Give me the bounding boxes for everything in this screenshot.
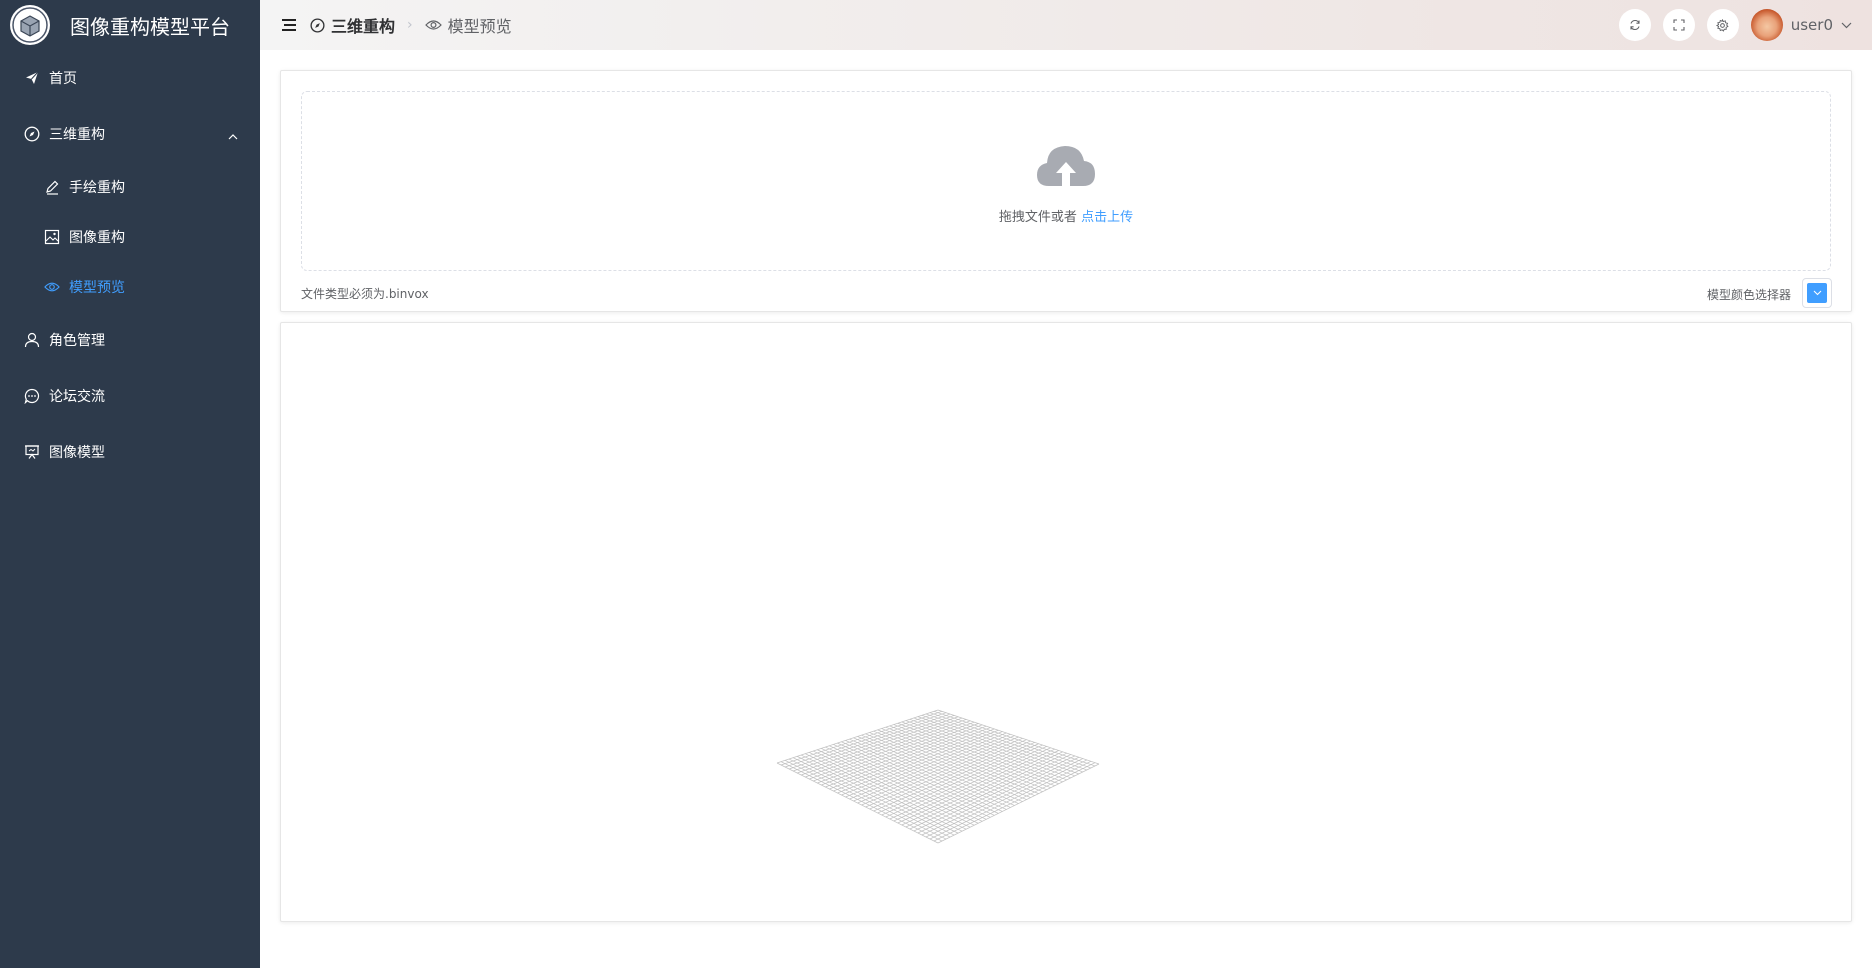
settings-button[interactable] (1706, 9, 1739, 41)
compass-icon (310, 17, 325, 33)
sidebar-item-label: 手绘重构 (69, 180, 125, 196)
sidebar-item-model-preview[interactable]: 模型预览 (0, 262, 260, 312)
color-picker-label: 模型颜色选择器 (1706, 288, 1791, 302)
grid-line (792, 757, 955, 836)
app-title: 图像重构模型平台 (70, 14, 230, 39)
pen-icon (44, 179, 60, 195)
grid-line (933, 762, 1096, 842)
model-viewer[interactable] (280, 322, 1852, 922)
sidebar-menu: 首页 三维重构 手绘重构 图像重构 模型预览 角色管理 论坛交流 图像模型 (0, 50, 260, 480)
refresh-icon (1630, 19, 1640, 31)
app-logo (10, 5, 50, 45)
user-icon (24, 332, 40, 348)
chevron-down-icon[interactable] (1841, 22, 1852, 29)
grid-line (796, 756, 959, 834)
sidebar-item-label: 模型预览 (69, 280, 125, 296)
sidebar-item-label: 图像模型 (49, 445, 105, 461)
presentation-icon (24, 444, 40, 460)
breadcrumb-item: 模型预览 (424, 13, 512, 37)
drag-text: 拖拽文件或者 (998, 210, 1077, 225)
upload-card: 拖拽文件或者 点击上传 文件类型必须为.binvox 模型颜色选择器 (280, 70, 1852, 312)
eye-icon (44, 279, 60, 295)
breadcrumb: 三维重构 › 模型预览 (310, 13, 512, 37)
color-swatch (1807, 283, 1827, 303)
breadcrumb-label: 模型预览 (447, 17, 512, 36)
refresh-button[interactable] (1618, 9, 1651, 41)
eye-icon (424, 19, 442, 31)
sidebar-item-label: 三维重构 (49, 127, 105, 143)
breadcrumb-separator: › (407, 17, 413, 33)
hamburger-icon[interactable] (280, 16, 298, 34)
upload-cloud-icon (1035, 142, 1097, 194)
chat-icon (24, 388, 40, 404)
model-color-picker[interactable] (1802, 278, 1832, 308)
click-upload-link[interactable]: 点击上传 (1081, 210, 1133, 225)
chevron-down-icon (1813, 290, 1821, 296)
avatar[interactable] (1750, 9, 1783, 41)
sidebar-item-forum[interactable]: 论坛交流 (0, 368, 260, 424)
sidebar-item-label: 图像重构 (69, 230, 125, 246)
picture-icon (44, 229, 60, 245)
sidebar-item-home[interactable]: 首页 (0, 50, 260, 106)
grid-line (788, 758, 951, 838)
header-actions: user0 (1618, 0, 1872, 50)
sidebar-item-image-reconstruction[interactable]: 图像重构 (0, 212, 260, 262)
send-icon (24, 70, 40, 86)
breadcrumb-item[interactable]: 三维重构 (310, 13, 395, 37)
username[interactable]: user0 (1791, 16, 1833, 34)
sidebar-item-sketch-reconstruction[interactable]: 手绘重构 (0, 162, 260, 212)
sidebar-item-label: 首页 (49, 71, 77, 87)
fullscreen-button[interactable] (1662, 9, 1695, 41)
sidebar-item-image-model[interactable]: 图像模型 (0, 424, 260, 480)
sidebar-item-label: 论坛交流 (49, 389, 105, 405)
sidebar: 图像重构模型平台 首页 三维重构 手绘重构 图像重构 模型预览 角色管理 论坛交… (0, 0, 260, 968)
top-navbar: 三维重构 › 模型预览 user0 (260, 0, 1872, 50)
breadcrumb-label: 三维重构 (331, 17, 396, 36)
file-type-tip: 文件类型必须为.binvox (301, 287, 429, 301)
upload-text: 拖拽文件或者 点击上传 (999, 206, 1133, 225)
chevron-up-icon (228, 128, 238, 144)
brand: 图像重构模型平台 (0, 0, 260, 50)
compass-icon (24, 126, 40, 142)
fullscreen-icon (1673, 19, 1685, 31)
sidebar-item-label: 角色管理 (49, 333, 105, 349)
sidebar-item-role-management[interactable]: 角色管理 (0, 312, 260, 368)
gear-icon (1716, 18, 1729, 32)
sidebar-item-3d-reconstruction[interactable]: 三维重构 (0, 106, 260, 162)
ground-grid (776, 709, 1100, 844)
upload-dropzone[interactable]: 拖拽文件或者 点击上传 (301, 91, 1831, 271)
grid-line (937, 763, 1100, 844)
